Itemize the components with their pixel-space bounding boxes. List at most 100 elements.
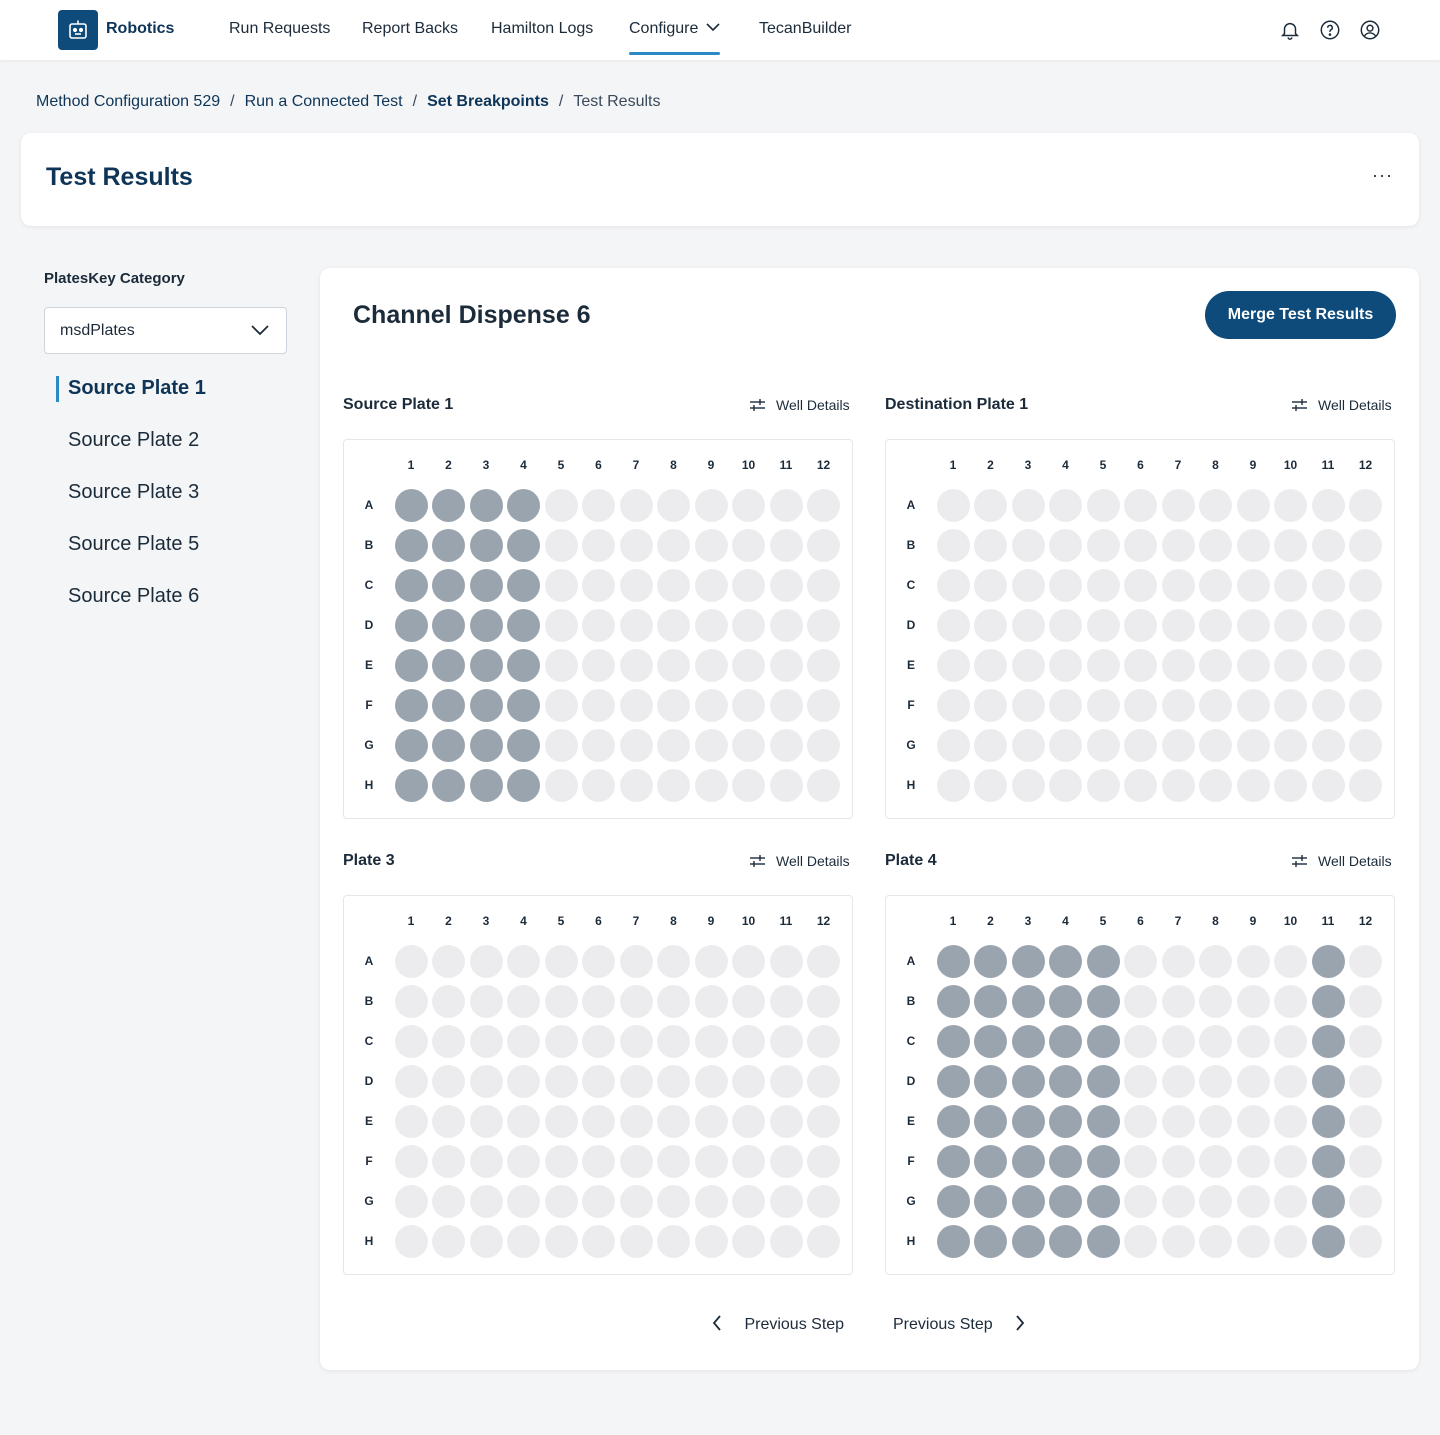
- well-F5[interactable]: [544, 688, 578, 722]
- well-D5[interactable]: [1086, 608, 1120, 642]
- previous-step-button[interactable]: Previous Step: [712, 1315, 844, 1334]
- well-E7[interactable]: [619, 1104, 653, 1138]
- well-E10[interactable]: [1274, 648, 1307, 682]
- well-A12[interactable]: [1349, 944, 1382, 978]
- well-C7[interactable]: [619, 1024, 653, 1058]
- well-H2[interactable]: [432, 768, 465, 802]
- well-F1[interactable]: [394, 688, 428, 722]
- merge-test-results-button[interactable]: Merge Test Results: [1205, 291, 1396, 339]
- well-D7[interactable]: [619, 608, 653, 642]
- well-D6[interactable]: [582, 608, 615, 642]
- well-D12[interactable]: [1349, 608, 1382, 642]
- well-B12[interactable]: [807, 528, 840, 562]
- well-A2[interactable]: [974, 944, 1007, 978]
- well-E3[interactable]: [469, 648, 503, 682]
- user-avatar-icon[interactable]: [1359, 19, 1381, 41]
- well-C10[interactable]: [732, 1024, 765, 1058]
- well-B9[interactable]: [694, 984, 728, 1018]
- well-E9[interactable]: [694, 1104, 728, 1138]
- well-A1[interactable]: [394, 944, 428, 978]
- well-G6[interactable]: [1124, 728, 1157, 762]
- well-D9[interactable]: [1236, 1064, 1270, 1098]
- well-A1[interactable]: [936, 488, 970, 522]
- well-H9[interactable]: [694, 768, 728, 802]
- well-C9[interactable]: [1236, 1024, 1270, 1058]
- well-A12[interactable]: [1349, 488, 1382, 522]
- well-A8[interactable]: [1199, 944, 1232, 978]
- well-F8[interactable]: [1199, 1144, 1232, 1178]
- well-E12[interactable]: [1349, 1104, 1382, 1138]
- well-F10[interactable]: [732, 688, 765, 722]
- well-H7[interactable]: [619, 768, 653, 802]
- well-G3[interactable]: [469, 1184, 503, 1218]
- well-H9[interactable]: [1236, 1224, 1270, 1258]
- well-B8[interactable]: [657, 984, 690, 1018]
- well-H11[interactable]: [1311, 768, 1345, 802]
- well-D10[interactable]: [1274, 1064, 1307, 1098]
- well-F11[interactable]: [769, 688, 803, 722]
- well-C7[interactable]: [619, 568, 653, 602]
- well-B3[interactable]: [469, 984, 503, 1018]
- well-A6[interactable]: [1124, 944, 1157, 978]
- well-B1[interactable]: [936, 528, 970, 562]
- well-B11[interactable]: [1311, 528, 1345, 562]
- well-F7[interactable]: [619, 688, 653, 722]
- well-G9[interactable]: [1236, 1184, 1270, 1218]
- well-H6[interactable]: [1124, 768, 1157, 802]
- well-E6[interactable]: [582, 648, 615, 682]
- more-options-button[interactable]: ···: [1372, 165, 1393, 186]
- well-C10[interactable]: [1274, 568, 1307, 602]
- well-C5[interactable]: [544, 568, 578, 602]
- well-F1[interactable]: [936, 1144, 970, 1178]
- well-C2[interactable]: [432, 568, 465, 602]
- well-G4[interactable]: [1049, 728, 1082, 762]
- well-B1[interactable]: [394, 528, 428, 562]
- well-C4[interactable]: [1049, 1024, 1082, 1058]
- well-G7[interactable]: [1161, 728, 1195, 762]
- well-F9[interactable]: [694, 1144, 728, 1178]
- well-F7[interactable]: [1161, 688, 1195, 722]
- well-F2[interactable]: [432, 1144, 465, 1178]
- well-H7[interactable]: [1161, 1224, 1195, 1258]
- well-E2[interactable]: [974, 648, 1007, 682]
- well-C7[interactable]: [1161, 1024, 1195, 1058]
- well-D2[interactable]: [974, 608, 1007, 642]
- well-F9[interactable]: [694, 688, 728, 722]
- well-G5[interactable]: [544, 1184, 578, 1218]
- sidebar-item-source-plate-5[interactable]: Source Plate 5: [68, 533, 199, 556]
- well-F8[interactable]: [1199, 688, 1232, 722]
- well-D7[interactable]: [619, 1064, 653, 1098]
- well-E4[interactable]: [507, 648, 540, 682]
- brand-name[interactable]: Robotics: [106, 20, 174, 38]
- well-H2[interactable]: [432, 1224, 465, 1258]
- well-B1[interactable]: [394, 984, 428, 1018]
- well-C9[interactable]: [694, 568, 728, 602]
- well-H12[interactable]: [807, 1224, 840, 1258]
- well-H10[interactable]: [732, 1224, 765, 1258]
- well-F7[interactable]: [1161, 1144, 1195, 1178]
- well-C5[interactable]: [1086, 568, 1120, 602]
- well-F4[interactable]: [507, 688, 540, 722]
- well-E1[interactable]: [936, 1104, 970, 1138]
- well-H9[interactable]: [1236, 768, 1270, 802]
- well-B7[interactable]: [1161, 984, 1195, 1018]
- well-B7[interactable]: [1161, 528, 1195, 562]
- well-B11[interactable]: [769, 984, 803, 1018]
- well-C12[interactable]: [807, 568, 840, 602]
- well-E11[interactable]: [769, 648, 803, 682]
- well-F11[interactable]: [1311, 1144, 1345, 1178]
- well-A10[interactable]: [732, 944, 765, 978]
- well-A6[interactable]: [582, 944, 615, 978]
- well-G8[interactable]: [1199, 728, 1232, 762]
- well-H2[interactable]: [974, 1224, 1007, 1258]
- well-H4[interactable]: [1049, 768, 1082, 802]
- well-E5[interactable]: [544, 648, 578, 682]
- well-B1[interactable]: [936, 984, 970, 1018]
- sidebar-item-source-plate-6[interactable]: Source Plate 6: [68, 585, 199, 608]
- well-B11[interactable]: [769, 528, 803, 562]
- well-D8[interactable]: [657, 608, 690, 642]
- well-G5[interactable]: [1086, 1184, 1120, 1218]
- well-G1[interactable]: [936, 1184, 970, 1218]
- nav-configure[interactable]: Configure: [629, 20, 721, 55]
- well-C9[interactable]: [1236, 568, 1270, 602]
